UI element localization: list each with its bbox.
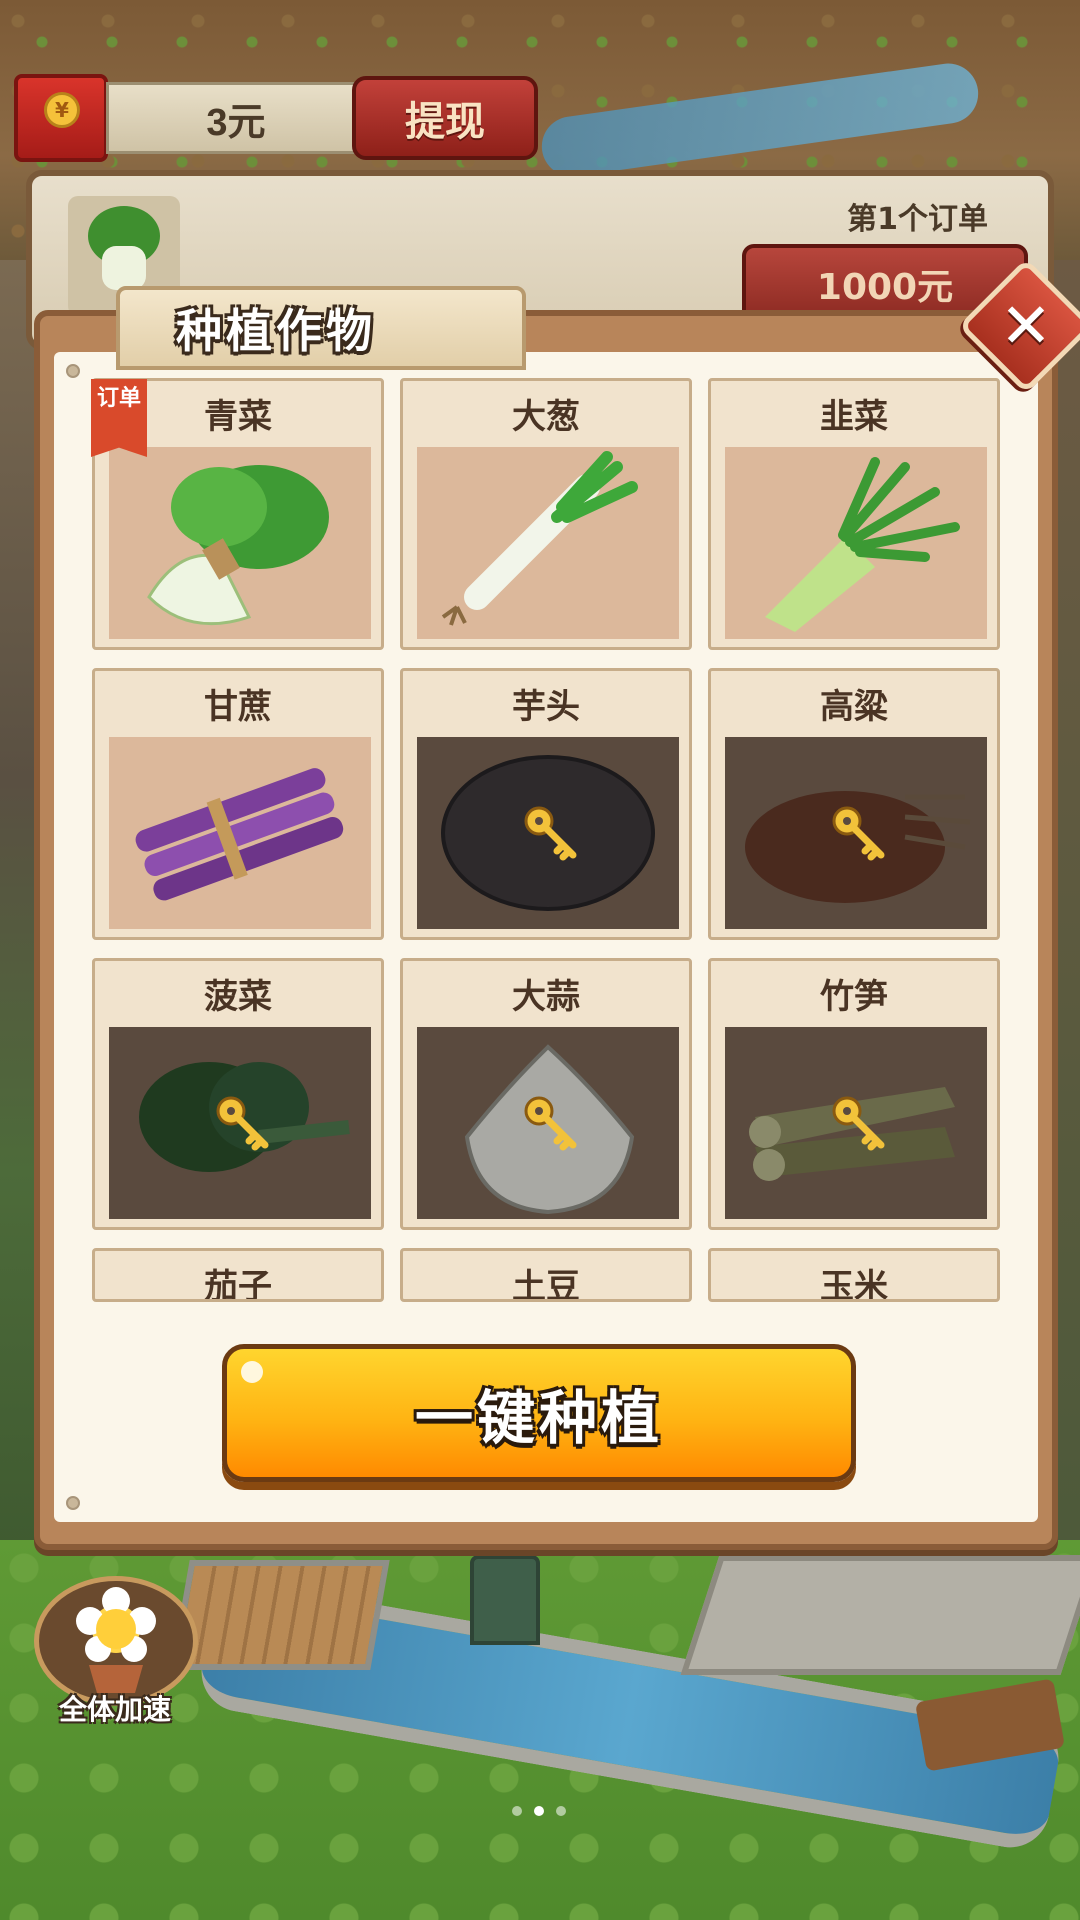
- crop-name: 韭菜: [820, 397, 888, 437]
- crop-name: 芋头: [512, 687, 580, 727]
- pin-decoration: [66, 1496, 80, 1510]
- key-lock-icon: [216, 1096, 269, 1151]
- key-lock-icon: [524, 806, 577, 861]
- crop-image: [417, 447, 679, 639]
- crop-card-bok-choy[interactable]: 青菜 订单: [91, 378, 384, 650]
- page-dot-active: [534, 1806, 544, 1816]
- crop-image: [109, 737, 371, 929]
- order-title: 第1个订单: [847, 202, 988, 237]
- key-lock-icon: [832, 1096, 885, 1151]
- crop-name: 玉米: [820, 1267, 888, 1302]
- flower-pot-icon: [76, 1587, 156, 1693]
- crop-name: 大蒜: [512, 977, 580, 1017]
- red-packet-icon[interactable]: ¥: [14, 74, 108, 162]
- key-lock-icon: [832, 806, 885, 861]
- pin-decoration: [66, 364, 80, 378]
- crop-name: 甘蔗: [204, 687, 272, 727]
- stone-terrace: [680, 1555, 1080, 1675]
- wooden-bridge: [170, 1560, 390, 1670]
- crop-name: 大葱: [512, 397, 580, 437]
- boost-label: 全体加速: [58, 1693, 171, 1726]
- crop-image: [725, 447, 987, 639]
- crop-card-sugarcane[interactable]: 甘蔗: [92, 668, 384, 940]
- crop-name: 茄子: [204, 1267, 272, 1302]
- page-dot: [556, 1806, 566, 1816]
- order-badge: 订单: [91, 379, 147, 457]
- speed-up-all-button[interactable]: 全体加速: [30, 1576, 200, 1726]
- crop-card-spinach[interactable]: 菠菜: [92, 958, 384, 1230]
- yuan-coin-icon: ¥: [44, 92, 80, 128]
- crop-card-corn[interactable]: 玉米: [708, 1248, 1000, 1302]
- page-indicator: [512, 1806, 566, 1816]
- crop-image: [417, 737, 679, 929]
- close-icon: ✕: [1000, 289, 1052, 362]
- crop-image: [417, 1027, 679, 1219]
- crop-card-sorghum[interactable]: 高粱: [708, 668, 1000, 940]
- bok-choy-icon: [147, 465, 329, 626]
- plant-all-button[interactable]: 一键种植: [222, 1344, 856, 1482]
- chives-icon: [765, 457, 960, 632]
- page-dot: [512, 1806, 522, 1816]
- withdraw-button[interactable]: 提现: [352, 76, 538, 160]
- crop-image: [109, 447, 371, 639]
- crop-name: 菠菜: [204, 977, 272, 1017]
- crop-name: 竹笋: [820, 977, 888, 1017]
- crop-grid: 青菜 订单 大葱 韭菜 甘蔗 芋头 高粱 菠菜 大蒜 竹笋 茄子 土豆 玉米: [56, 378, 1008, 1302]
- balance-amount: 3元: [106, 82, 366, 154]
- crop-name: 土豆: [512, 1267, 580, 1302]
- crop-card-scallion[interactable]: 大葱: [400, 378, 692, 650]
- crop-card-garlic[interactable]: 大蒜: [400, 958, 692, 1230]
- sugarcane-icon: [135, 768, 344, 901]
- mailbox[interactable]: [470, 1555, 540, 1645]
- crop-card-chives[interactable]: 韭菜: [708, 378, 1000, 650]
- crop-name: 高粱: [820, 687, 888, 727]
- balance-hud: ¥ 3元 提现: [14, 74, 538, 162]
- crop-image: [725, 737, 987, 929]
- scallion-icon: [441, 451, 638, 626]
- crop-image: [109, 1027, 371, 1219]
- crop-grid-scroll[interactable]: 青菜 订单 大葱 韭菜 甘蔗 芋头 高粱 菠菜 大蒜 竹笋 茄子 土豆 玉米: [56, 378, 1008, 1308]
- crop-card-potato[interactable]: 土豆: [400, 1248, 692, 1302]
- crop-card-bamboo-shoot[interactable]: 竹笋: [708, 958, 1000, 1230]
- crop-card-taro[interactable]: 芋头: [400, 668, 692, 940]
- boost-badge: [34, 1576, 198, 1706]
- modal-title: 种植作物: [116, 286, 526, 370]
- key-lock-icon: [524, 1096, 577, 1151]
- crop-card-eggplant[interactable]: 茄子: [92, 1248, 384, 1302]
- crop-image: [725, 1027, 987, 1219]
